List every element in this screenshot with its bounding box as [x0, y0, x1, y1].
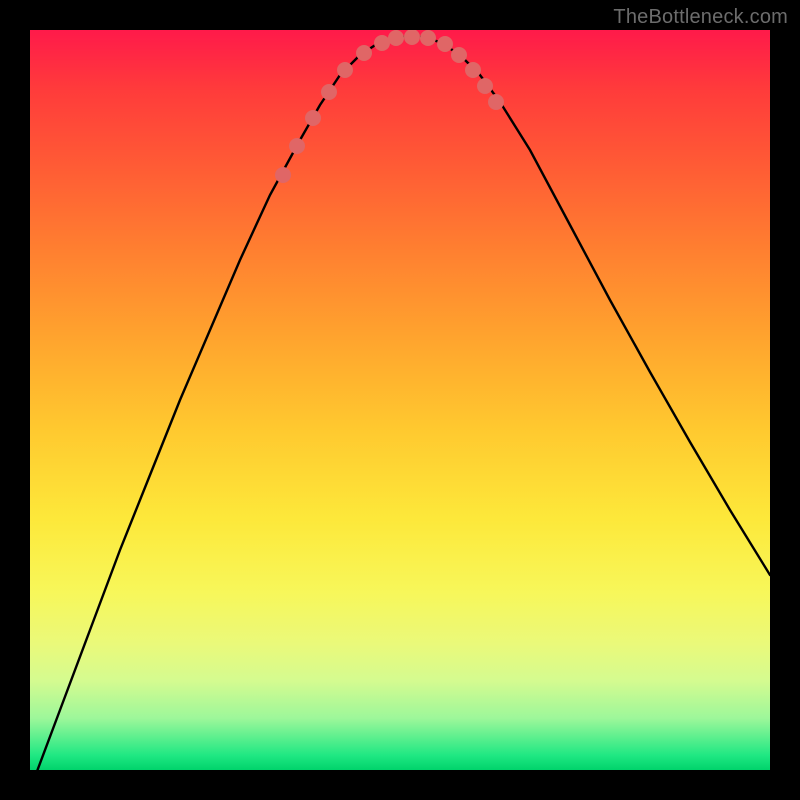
chart-marker-dot — [477, 78, 493, 94]
chart-marker-dot — [289, 138, 305, 154]
chart-marker-dot — [388, 30, 404, 46]
chart-marker-dot — [404, 30, 420, 45]
chart-marker-dot — [465, 62, 481, 78]
chart-marker-dot — [356, 45, 372, 61]
chart-marker-dot — [451, 47, 467, 63]
chart-svg — [30, 30, 770, 770]
chart-marker-dot — [488, 94, 504, 110]
chart-marker-dot — [437, 36, 453, 52]
chart-marker-dot — [374, 35, 390, 51]
chart-marker-dot — [305, 110, 321, 126]
chart-marker-dot — [420, 30, 436, 46]
chart-marker-dot — [321, 84, 337, 100]
chart-marker-dot — [337, 62, 353, 78]
chart-frame — [30, 30, 770, 770]
watermark-text: TheBottleneck.com — [613, 6, 788, 29]
chart-markers — [275, 30, 504, 183]
chart-marker-dot — [275, 167, 291, 183]
bottleneck-curve-path — [30, 37, 770, 770]
